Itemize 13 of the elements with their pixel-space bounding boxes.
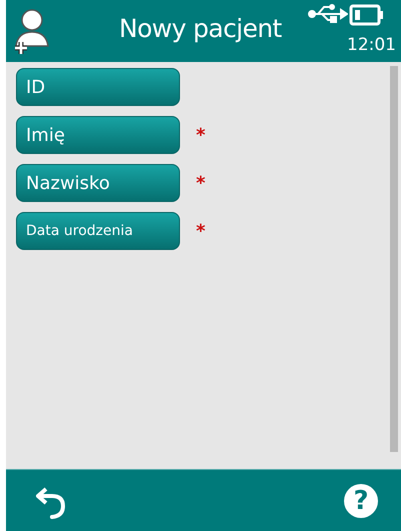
battery-icon [349,4,385,26]
field-button[interactable]: ID [16,68,180,106]
scrollbar[interactable] [390,66,398,452]
required-mark: * [196,220,206,244]
help-button[interactable]: ? [344,484,378,518]
field-button[interactable]: Data urodzenia [16,212,180,250]
screen-title: Nowy pacjent [119,16,282,41]
required-mark: * [196,124,206,148]
usb-icon [308,4,348,24]
field-button[interactable]: Imię [16,116,180,154]
clock-time: 12:01 [347,37,396,54]
field-button[interactable]: Nazwisko [16,164,180,202]
required-mark: * [196,172,206,196]
